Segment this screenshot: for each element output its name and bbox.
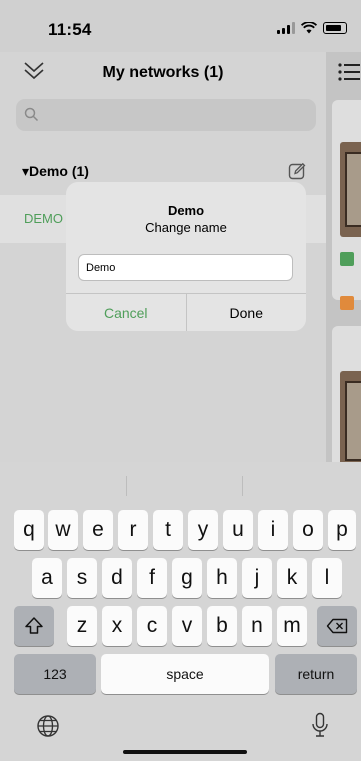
key-l[interactable]: l	[312, 558, 342, 598]
key-f[interactable]: f	[137, 558, 167, 598]
key-p[interactable]: p	[328, 510, 356, 550]
shift-icon	[25, 617, 43, 634]
key-o[interactable]: o	[293, 510, 323, 550]
key-z[interactable]: z	[67, 606, 97, 646]
numbers-key[interactable]: 123	[14, 654, 96, 694]
microphone-icon[interactable]	[311, 712, 329, 738]
key-g[interactable]: g	[172, 558, 202, 598]
device-photo	[340, 142, 361, 237]
rename-dialog: Demo Change name Cancel Done	[66, 182, 306, 331]
key-t[interactable]: t	[153, 510, 183, 550]
app-screen: 11:54 My networks (1) ▾Demo (1) DEMO Dem…	[0, 0, 361, 761]
key-r[interactable]: r	[118, 510, 148, 550]
status-bar: 11:54	[0, 0, 361, 52]
nav-bar: My networks (1)	[0, 52, 326, 94]
battery-icon	[323, 22, 347, 34]
backspace-key[interactable]	[317, 606, 357, 646]
device-photo	[340, 371, 361, 471]
home-indicator	[123, 750, 247, 754]
key-v[interactable]: v	[172, 606, 202, 646]
key-w[interactable]: w	[48, 510, 78, 550]
device-card[interactable]	[332, 326, 361, 476]
suggestion-bar	[0, 462, 361, 502]
network-label: DEMO	[24, 211, 63, 226]
key-a[interactable]: a	[32, 558, 62, 598]
search-icon	[24, 107, 39, 122]
key-e[interactable]: e	[83, 510, 113, 550]
backspace-icon	[326, 618, 348, 634]
key-y[interactable]: y	[188, 510, 218, 550]
done-button[interactable]: Done	[187, 294, 307, 331]
key-j[interactable]: j	[242, 558, 272, 598]
key-q[interactable]: q	[14, 510, 44, 550]
menu-icon[interactable]	[338, 62, 360, 82]
key-x[interactable]: x	[102, 606, 132, 646]
shift-key[interactable]	[14, 606, 54, 646]
key-m[interactable]: m	[277, 606, 307, 646]
page-title: My networks (1)	[102, 64, 224, 81]
key-c[interactable]: c	[137, 606, 167, 646]
dialog-message: Change name	[145, 220, 227, 235]
cancel-button[interactable]: Cancel	[66, 294, 187, 331]
group-label: ▾Demo (1)	[22, 163, 89, 179]
edit-icon[interactable]	[288, 162, 306, 180]
keyboard: q w e r t y u i o p a s d f g h j k l z …	[0, 462, 361, 761]
dialog-title: Demo	[167, 203, 205, 218]
key-u[interactable]: u	[223, 510, 253, 550]
space-key[interactable]: space	[101, 654, 269, 694]
divider	[242, 476, 243, 496]
key-n[interactable]: n	[242, 606, 272, 646]
key-b[interactable]: b	[207, 606, 237, 646]
status-icons	[277, 22, 347, 34]
dialog-actions: Cancel Done	[66, 293, 306, 331]
key-d[interactable]: d	[102, 558, 132, 598]
key-i[interactable]: i	[258, 510, 288, 550]
search-input[interactable]	[16, 99, 316, 131]
key-k[interactable]: k	[277, 558, 307, 598]
wifi-icon	[301, 22, 317, 34]
globe-icon[interactable]	[36, 714, 60, 738]
divider	[126, 476, 127, 496]
status-time: 11:54	[48, 20, 92, 39]
name-input[interactable]	[78, 254, 293, 281]
key-s[interactable]: s	[67, 558, 97, 598]
device-card[interactable]	[332, 100, 361, 310]
status-indicator-orange	[340, 296, 354, 310]
signal-icon	[277, 22, 295, 34]
status-indicator-green	[340, 252, 354, 266]
return-key[interactable]: return	[275, 654, 357, 694]
key-h[interactable]: h	[207, 558, 237, 598]
